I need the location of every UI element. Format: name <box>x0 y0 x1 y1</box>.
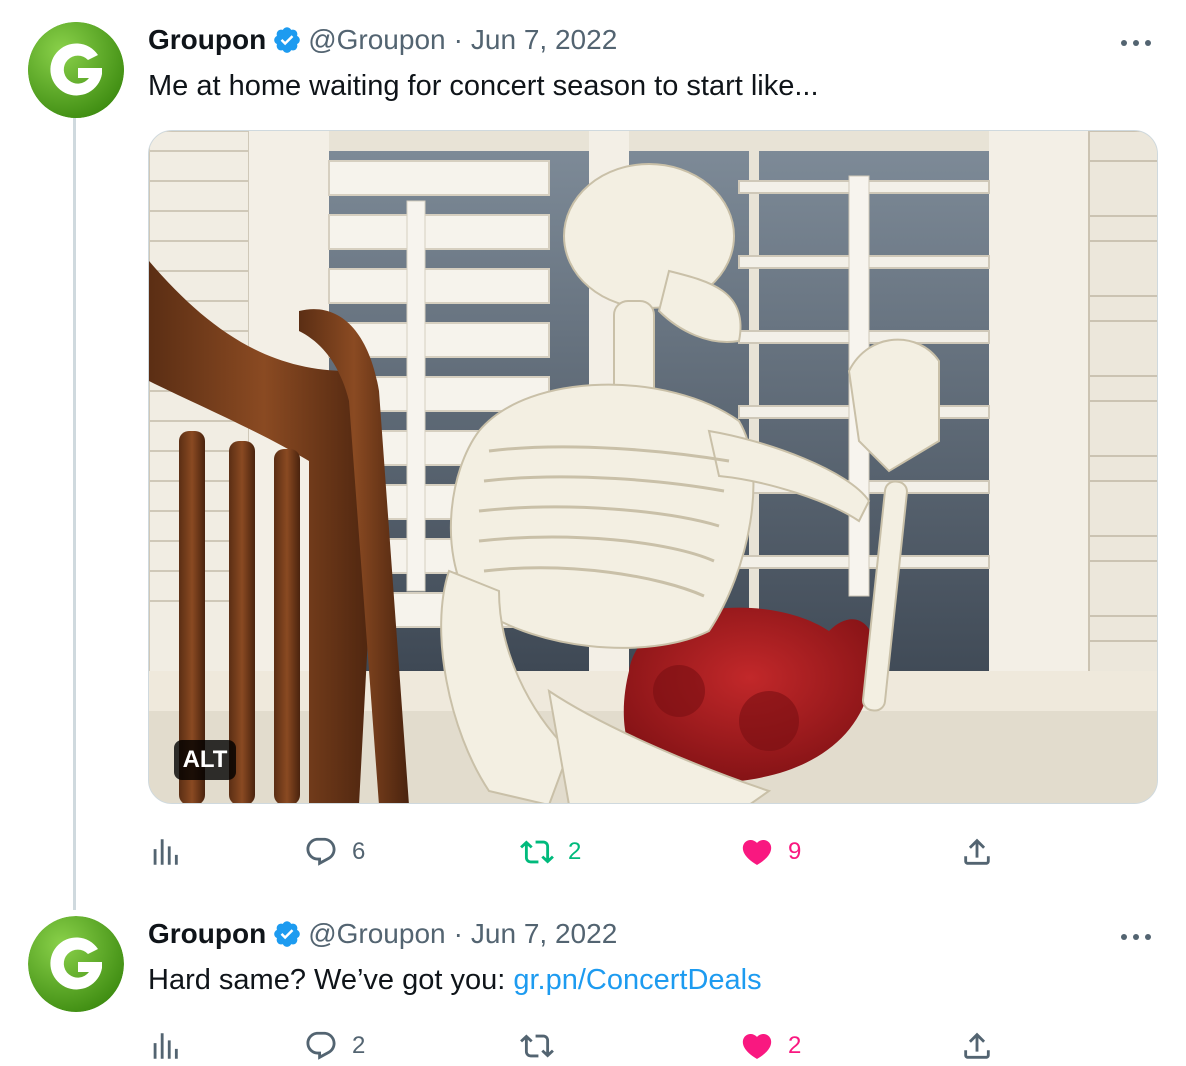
author-name[interactable]: Groupon <box>148 918 266 950</box>
views-icon <box>153 1033 178 1059</box>
thread-connector-line <box>73 118 76 910</box>
separator-dot: · <box>453 918 463 949</box>
avatar[interactable] <box>28 22 124 118</box>
tweet-header: Groupon @Groupon · Jun 7, 2022 <box>148 918 617 950</box>
alt-text-badge[interactable]: ALT <box>174 740 236 780</box>
more-options-button[interactable] <box>1116 922 1156 952</box>
share-icon <box>964 838 990 865</box>
retweet-count: 2 <box>568 838 582 865</box>
tweet-header: Groupon @Groupon · Jun 7, 2022 <box>148 24 617 56</box>
verified-badge-icon <box>274 27 301 53</box>
tweet-actions: 2 2 <box>148 1026 1008 1066</box>
reply-count: 6 <box>352 838 366 865</box>
reply-button[interactable]: 6 <box>304 832 365 872</box>
skeleton-photo <box>149 131 1157 803</box>
tweet-date[interactable]: Jun 7, 2022 <box>471 24 617 56</box>
tweet-date[interactable]: Jun 7, 2022 <box>471 918 617 950</box>
retweet-button[interactable]: 2 <box>520 832 581 872</box>
tweet-text: Hard same? We’ve got you: gr.pn/ConcertD… <box>148 964 762 997</box>
author-handle[interactable]: @Groupon <box>308 918 445 950</box>
reply-count: 2 <box>352 1032 366 1059</box>
views-button[interactable] <box>148 832 196 872</box>
like-button[interactable]: 2 <box>740 1026 801 1066</box>
tweet-text: Me at home waiting for concert season to… <box>148 70 819 102</box>
more-icon <box>1121 40 1151 46</box>
like-icon <box>742 839 772 865</box>
like-count: 9 <box>788 838 802 865</box>
reply-icon <box>306 1031 336 1060</box>
separator-dot: · <box>453 24 463 55</box>
share-icon <box>964 1032 990 1059</box>
retweet-icon <box>520 1034 554 1058</box>
groupon-logo-icon <box>28 916 124 1012</box>
share-button[interactable] <box>960 832 994 872</box>
author-name[interactable]: Groupon <box>148 24 266 56</box>
more-options-button[interactable] <box>1116 28 1156 58</box>
views-icon <box>153 839 178 865</box>
views-button[interactable] <box>148 1026 196 1066</box>
share-button[interactable] <box>960 1026 994 1066</box>
like-icon <box>742 1033 772 1059</box>
retweet-button[interactable] <box>520 1026 568 1066</box>
reply-icon <box>306 837 336 866</box>
tweet-actions: 6 2 9 <box>148 832 1008 872</box>
verified-badge-icon <box>274 921 301 947</box>
groupon-logo-icon <box>28 22 124 118</box>
tweet-text-body: Hard same? We’ve got you: <box>148 964 514 996</box>
retweet-icon <box>520 840 554 864</box>
like-count: 2 <box>788 1032 802 1059</box>
tweet-image[interactable] <box>148 130 1158 804</box>
author-handle[interactable]: @Groupon <box>308 24 445 56</box>
avatar[interactable] <box>28 916 124 1012</box>
reply-button[interactable]: 2 <box>304 1026 365 1066</box>
tweet-link[interactable]: gr.pn/ConcertDeals <box>513 964 761 996</box>
like-button[interactable]: 9 <box>740 832 801 872</box>
more-icon <box>1121 934 1151 940</box>
